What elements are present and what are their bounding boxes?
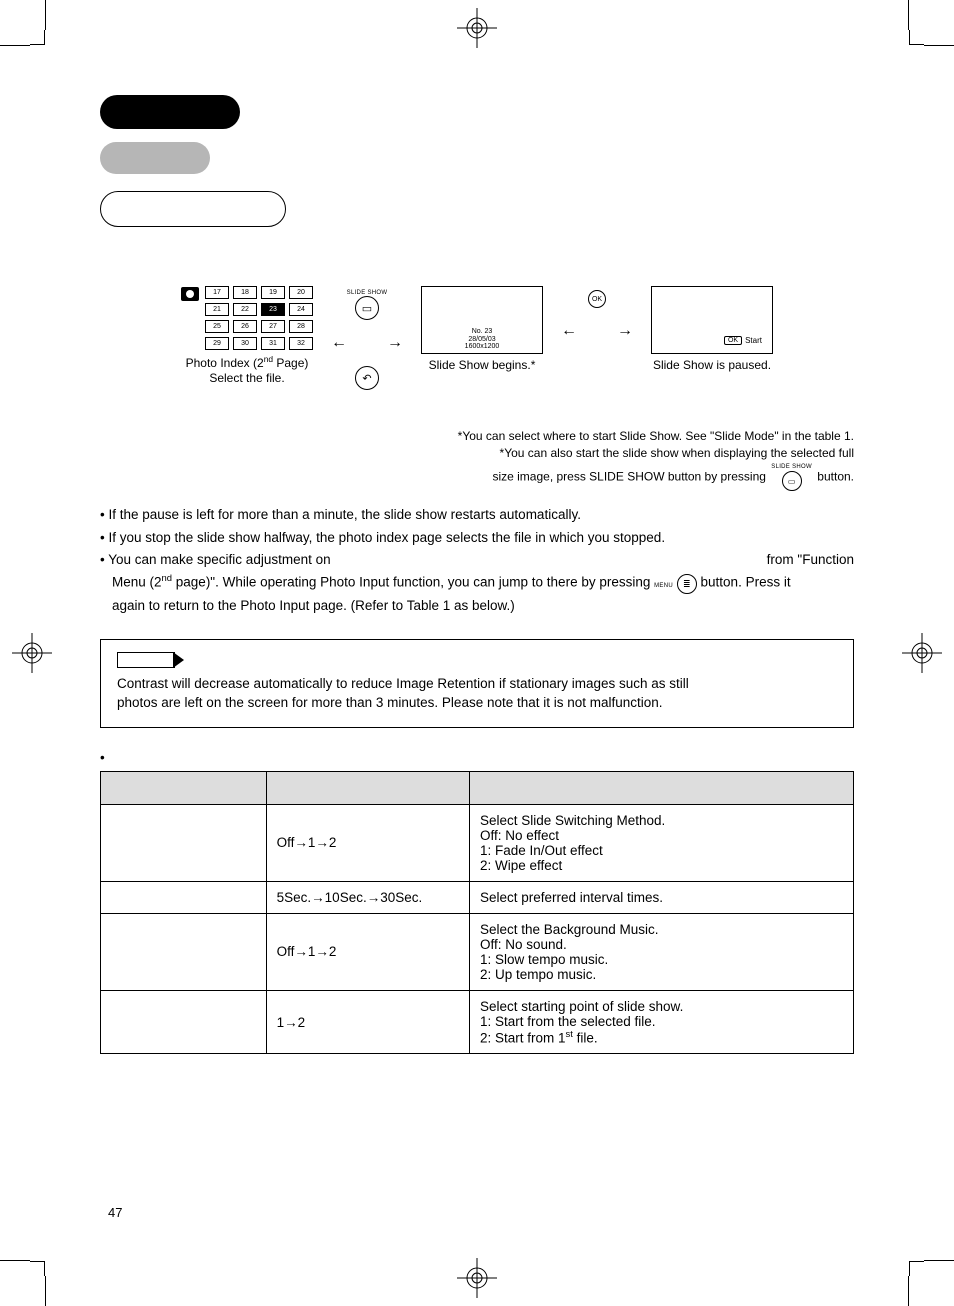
thumb-31: 31 xyxy=(261,337,285,350)
note-box: Contrast will decrease automatically to … xyxy=(100,639,854,728)
register-mark-bottom xyxy=(457,1258,497,1298)
table-row: Off→1→2 Select the Background Music. Off… xyxy=(101,913,854,990)
slideshow-icon: ▭ xyxy=(355,296,379,320)
thumb-22: 22 xyxy=(233,303,257,316)
screen-slideshow-paused: OK Start xyxy=(651,286,773,354)
thumb-32: 32 xyxy=(289,337,313,350)
ok-button[interactable]: OK xyxy=(588,290,606,308)
table-row: 5Sec.→10Sec.→30Sec. Select preferred int… xyxy=(101,881,854,913)
menu-inline-icon: MENU ≣ xyxy=(654,575,700,590)
thumb-26: 26 xyxy=(233,320,257,333)
arrow-left-right xyxy=(331,334,403,352)
caption-paused: Slide Show is paused. xyxy=(653,358,771,373)
thumb-18: 18 xyxy=(233,286,257,299)
footnotes: *You can select where to start Slide Sho… xyxy=(100,428,854,491)
bullet-list: • If the pause is left for more than a m… xyxy=(100,505,854,616)
thumb-17: 17 xyxy=(205,286,229,299)
th-item xyxy=(101,771,267,804)
table-bullet: • xyxy=(100,750,854,765)
register-mark-right xyxy=(902,633,942,673)
thumb-27: 27 xyxy=(261,320,285,333)
section-capsule xyxy=(100,191,286,227)
screen-slideshow-begin: No. 23 28/05/03 1600x1200 xyxy=(421,286,543,354)
section-pill-black xyxy=(100,95,240,129)
thumb-19: 19 xyxy=(261,286,285,299)
settings-table: Off→1→2 Select Slide Switching Method. O… xyxy=(100,771,854,1055)
thumb-29: 29 xyxy=(205,337,229,350)
page-number: 47 xyxy=(108,1205,122,1220)
arrow-left-right-2 xyxy=(561,322,633,340)
table-row: Off→1→2 Select Slide Switching Method. O… xyxy=(101,804,854,881)
thumb-23-selected: 23 xyxy=(261,303,285,316)
note-arrow-icon xyxy=(117,652,175,668)
photo-index-grid: 17 18 19 20 21 22 23 24 25 26 27 28 29 3… xyxy=(205,286,313,350)
thumb-28: 28 xyxy=(289,320,313,333)
thumb-25: 25 xyxy=(205,320,229,333)
register-mark-top xyxy=(457,8,497,48)
cell-desc: Select Slide Switching Method. Off: No e… xyxy=(469,804,853,881)
register-mark-left xyxy=(12,633,52,673)
th-select xyxy=(266,771,469,804)
start-label: Start xyxy=(745,336,762,345)
flow-row: 17 18 19 20 21 22 23 24 25 26 27 28 29 3… xyxy=(100,286,854,390)
thumb-24: 24 xyxy=(289,303,313,316)
thumb-30: 30 xyxy=(233,337,257,350)
slideshow-button[interactable]: SLIDE SHOW ▭ xyxy=(347,290,388,320)
camera-icon xyxy=(181,287,199,301)
section-pill-gray xyxy=(100,142,210,174)
ok-badge: OK xyxy=(724,336,742,345)
return-icon[interactable]: ↶ xyxy=(355,366,379,390)
th-desc xyxy=(469,771,853,804)
thumb-20: 20 xyxy=(289,286,313,299)
table-row: 1→2 Select starting point of slide show.… xyxy=(101,990,854,1054)
slideshow-inline-icon: SLIDE SHOW ▭ xyxy=(771,463,812,492)
index-caption: Photo Index (2nd Page) Select the file. xyxy=(186,354,309,386)
caption-begin: Slide Show begins.* xyxy=(429,358,536,373)
thumb-21: 21 xyxy=(205,303,229,316)
